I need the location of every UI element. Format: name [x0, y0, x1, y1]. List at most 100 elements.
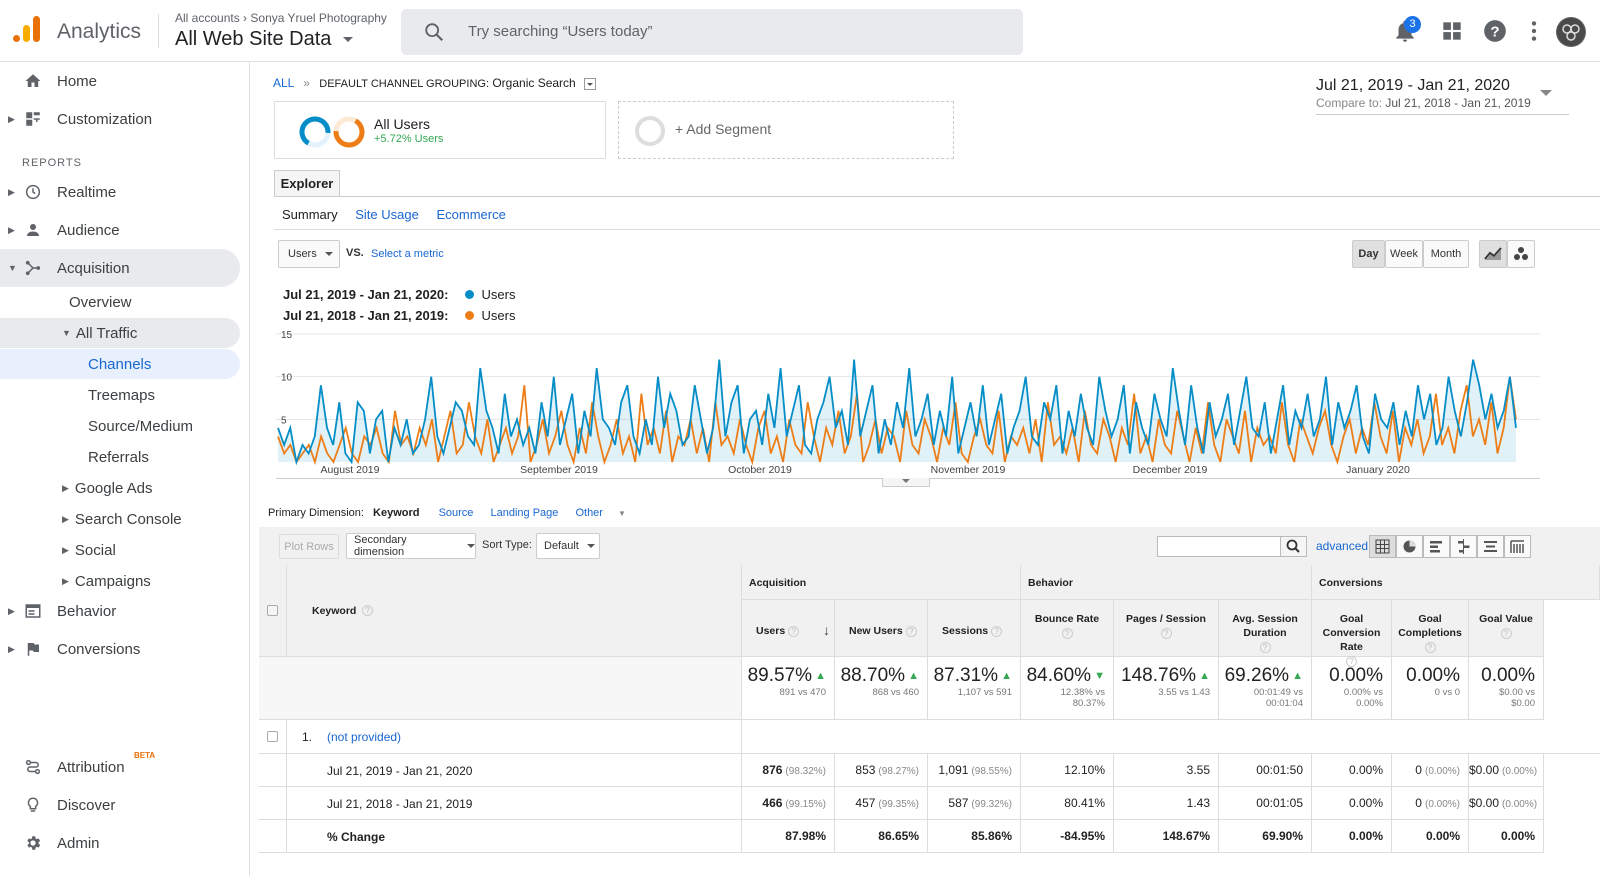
sidebar-item-label: Discover — [57, 796, 116, 814]
header-checkbox-cell — [259, 565, 287, 657]
line-chart-view-button[interactable] — [1479, 240, 1507, 268]
keyword-header-cell[interactable]: Keyword? — [287, 565, 742, 657]
sidebar-item-home[interactable]: Home — [0, 62, 240, 100]
group-label: Acquisition — [749, 577, 807, 589]
column-header[interactable]: Pages / Session? — [1114, 600, 1219, 657]
cell-value: 466 — [762, 796, 783, 810]
sidebar-item-admin[interactable]: Admin — [0, 824, 240, 862]
table-view-term-cloud-button[interactable] — [1477, 535, 1504, 558]
secondary-dimension-dropdown[interactable]: Secondary dimension — [346, 533, 476, 559]
subtab-summary[interactable]: Summary — [282, 207, 338, 222]
apps-grid-icon[interactable] — [1439, 18, 1465, 44]
sidebar-item-discover[interactable]: Discover — [0, 786, 240, 824]
granularity-day-button[interactable]: Day — [1352, 240, 1385, 268]
analytics-logo[interactable] — [13, 16, 41, 46]
advanced-filter-link[interactable]: advanced — [1316, 539, 1368, 553]
column-header[interactable]: Goal Conversion Rate? — [1312, 600, 1392, 667]
select-all-checkbox[interactable] — [267, 605, 278, 616]
dashboard-icon — [26, 112, 40, 126]
primary-dimension-other[interactable]: Other ▼ — [575, 507, 638, 519]
column-header[interactable]: Goal Completions? — [1392, 600, 1469, 657]
table-view-pivot-button[interactable] — [1504, 535, 1531, 558]
cell-value: 457 — [855, 796, 876, 810]
sidebar-item-referrals[interactable]: Referrals — [88, 442, 149, 472]
report-breadcrumb: ALL » DEFAULT CHANNEL GROUPING: Organic … — [273, 76, 597, 90]
breadcrumb-dropdown-icon[interactable] — [584, 77, 597, 90]
column-header[interactable]: Bounce Rate? — [1021, 600, 1114, 657]
sidebar-item-realtime[interactable]: ▶ Realtime — [0, 173, 240, 211]
tab-explorer[interactable]: Explorer — [274, 170, 340, 197]
sidebar-item-conversions[interactable]: ▶ Conversions — [0, 630, 240, 668]
sidebar-item-audience[interactable]: ▶ Audience — [0, 211, 240, 249]
subtab-site-usage[interactable]: Site Usage — [355, 207, 419, 222]
avatar[interactable] — [1556, 17, 1586, 47]
granularity-month-button[interactable]: Month — [1423, 240, 1469, 268]
table-view-comparison-button[interactable] — [1450, 535, 1477, 558]
cell-percent: (99.35%) — [878, 799, 919, 810]
date-range-picker[interactable]: Jul 21, 2019 - Jan 21, 2020 Compare to: … — [1316, 77, 1566, 110]
table-view-data-button[interactable] — [1369, 535, 1396, 558]
all-accounts-link[interactable]: All accounts — [175, 11, 240, 25]
account-name[interactable]: Sonya Yruel Photography — [250, 11, 387, 25]
primary-dimension-label: Primary Dimension: — [268, 507, 364, 519]
primary-dimension-source[interactable]: Source — [439, 507, 474, 519]
sidebar-item-label: Realtime — [57, 183, 117, 201]
sidebar-item-source-medium[interactable]: Source/Medium — [88, 411, 193, 441]
sidebar-item-treemaps[interactable]: Treemaps — [88, 380, 155, 410]
sidebar-item-social[interactable]: ▶ Social — [62, 535, 116, 565]
column-header[interactable]: Avg. Session Duration? — [1219, 600, 1312, 657]
property-selector[interactable]: All Web Site Data — [175, 28, 353, 51]
primary-dimension-landing-page[interactable]: Landing Page — [490, 507, 558, 519]
granularity-week-button[interactable]: Week — [1385, 240, 1423, 268]
sidebar-item-search-console[interactable]: ▶ Search Console — [62, 504, 182, 534]
sidebar-item-behavior[interactable]: ▶ Behavior — [0, 592, 240, 630]
sidebar-item-overview[interactable]: Overview — [69, 287, 132, 317]
legend-dot-blue — [464, 290, 474, 299]
select-metric-link[interactable]: Select a metric — [371, 248, 444, 260]
sort-type-label: Sort Type: — [482, 539, 532, 551]
date-range-dropdown-icon[interactable] — [1540, 90, 1552, 96]
more-vert-icon[interactable] — [1521, 18, 1547, 44]
legend-range-1: Jul 21, 2019 - Jan 21, 2020: — [283, 287, 449, 302]
sidebar-item-all-traffic[interactable]: ▼ All Traffic — [0, 318, 240, 348]
totals-comparison: 12.38% vs 80.37% — [1060, 687, 1105, 709]
sidebar-item-customization[interactable]: ▶ Customization — [0, 100, 240, 138]
chart-collapse-handle[interactable] — [882, 478, 930, 487]
table-cell: 0 (0.00%) — [1392, 787, 1469, 820]
sidebar-item-acquisition[interactable]: ▼ Acquisition — [0, 249, 240, 287]
sort-descending-icon[interactable]: ↓ — [823, 622, 830, 638]
row-checkbox[interactable] — [267, 731, 278, 742]
sidebar-item-google-ads[interactable]: ▶ Google Ads — [62, 473, 152, 503]
account-breadcrumb[interactable]: All accounts › Sonya Yruel Photography — [175, 11, 387, 25]
sidebar: Home ▶ Customization REPORTS ▶ Realtime … — [0, 62, 250, 876]
caret-right-icon: ▶ — [62, 544, 69, 555]
help-icon: ? — [905, 625, 917, 637]
sidebar-item-channels[interactable]: Channels — [0, 349, 240, 379]
metric-selector[interactable]: Users — [278, 240, 340, 268]
primary-dimension-keyword[interactable]: Keyword — [373, 507, 419, 519]
sidebar-item-label: Campaigns — [74, 572, 151, 590]
table-view-pie-button[interactable] — [1396, 535, 1423, 558]
segment-all-users[interactable]: All Users +5.72% Users — [274, 101, 606, 159]
table-search-button[interactable] — [1280, 536, 1307, 557]
row-keyword-link[interactable]: (not provided) — [327, 730, 401, 744]
table-view-performance-button[interactable] — [1423, 535, 1450, 558]
help-icon[interactable]: ? — [1482, 18, 1508, 44]
sort-type-dropdown[interactable]: Default — [536, 533, 600, 559]
sidebar-item-attribution[interactable]: Attribution BETA — [0, 748, 240, 786]
search-bar[interactable]: Try searching “Users today” — [401, 9, 1023, 55]
breadcrumb-all-link[interactable]: ALL — [273, 76, 294, 90]
column-header[interactable]: New Users? — [835, 600, 928, 657]
bar-chart-icon — [1430, 541, 1442, 553]
add-segment-button[interactable]: + Add Segment — [618, 101, 954, 159]
column-header[interactable]: Sessions? — [928, 600, 1021, 657]
motion-chart-view-button[interactable] — [1507, 240, 1535, 268]
column-header[interactable]: Users? ↓ — [742, 600, 835, 657]
column-header[interactable]: Goal Value? — [1469, 600, 1544, 657]
table-cell: 0.00% — [1312, 787, 1392, 820]
caret-down-icon: ▼ — [8, 263, 17, 273]
plot-rows-button[interactable]: Plot Rows — [279, 534, 339, 559]
subtab-ecommerce[interactable]: Ecommerce — [436, 207, 505, 222]
sidebar-item-label: Behavior — [57, 602, 117, 620]
totals-comparison: $0.00 vs $0.00 — [1499, 687, 1535, 709]
